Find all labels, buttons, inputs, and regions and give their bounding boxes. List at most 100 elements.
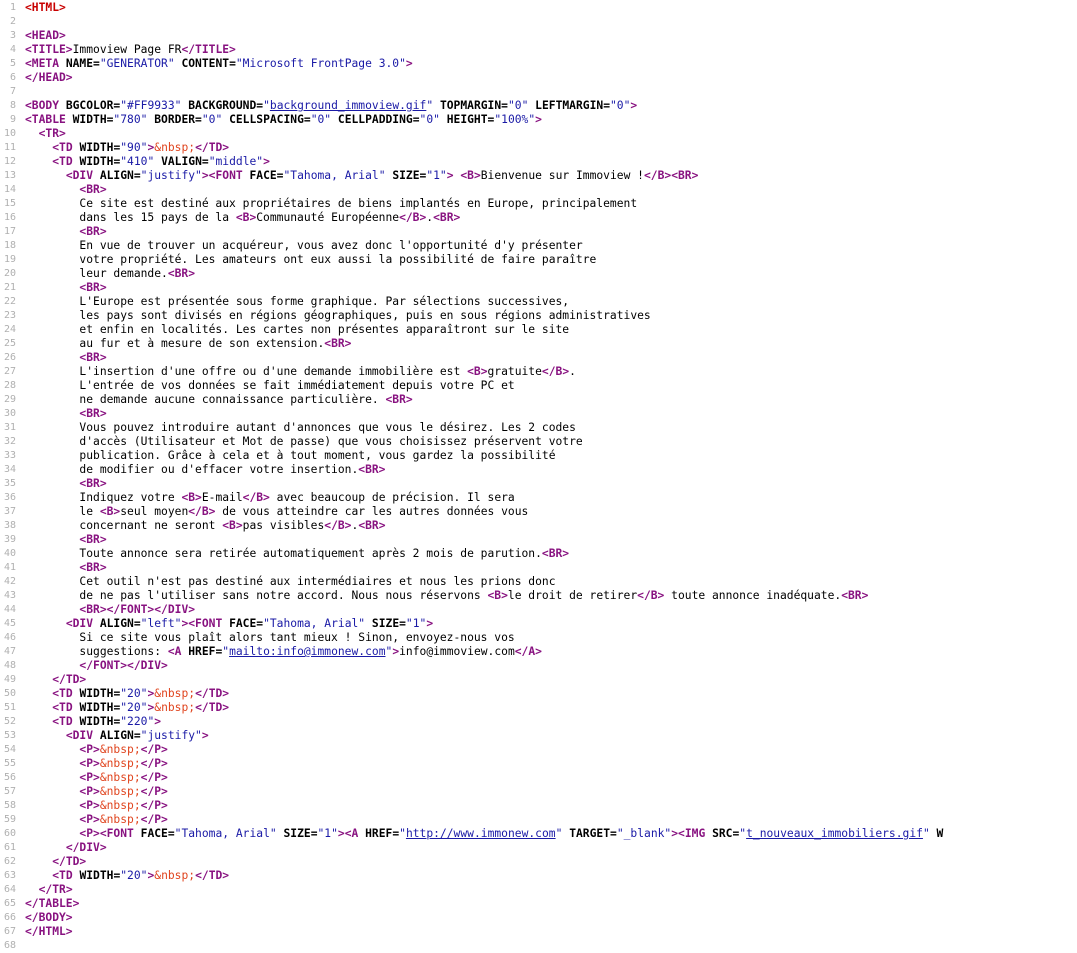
code-token: <P> <box>79 785 100 798</box>
line-number: 13 <box>3 170 16 181</box>
source-line: 27 L'insertion d'une offre ou d'une dema… <box>0 365 1077 379</box>
code-token: info@immoview.com <box>399 645 515 658</box>
line-number: 25 <box>3 338 16 349</box>
line-number: 45 <box>3 618 16 629</box>
code-token: LEFTMARGIN= <box>528 99 610 112</box>
source-line: 63 <TD WIDTH="20">&nbsp;</TD> <box>0 869 1077 883</box>
code-token: BORDER= <box>147 113 202 126</box>
code-token: <DIV <box>65 617 100 630</box>
code-token: <BR> <box>79 477 107 490</box>
source-line: 60 <P><FONT FACE="Tahoma, Arial" SIZE="1… <box>0 827 1077 841</box>
line-number: 48 <box>3 660 16 671</box>
line-number: 2 <box>9 16 16 27</box>
source-link[interactable]: mailto:info@immonew.com <box>229 645 385 658</box>
line-number: 5 <box>9 58 16 69</box>
line-number: 4 <box>9 44 16 55</box>
code-token: <P> <box>79 799 100 812</box>
code-token: </B><BR> <box>643 169 699 182</box>
line-number: 30 <box>3 408 16 419</box>
code-token: <TD <box>52 701 80 714</box>
source-link[interactable]: background_immoview.gif <box>270 99 426 112</box>
line-code: En vue de trouver un acquéreur, vous ave… <box>25 239 1077 253</box>
code-token: <TD <box>52 715 80 728</box>
line-code: </TR> <box>25 883 1077 897</box>
line-code: <BODY BGCOLOR="#FF9933" BACKGROUND="back… <box>25 99 1077 113</box>
code-token: "780" <box>113 113 148 126</box>
code-token: <HTML> <box>25 1 66 14</box>
code-token: </A> <box>514 645 542 658</box>
code-token: <BR></FONT></DIV> <box>79 603 196 616</box>
code-token: et enfin en localités. Les cartes non pr… <box>25 323 570 336</box>
source-line: 19 votre propriété. Les amateurs ont eux… <box>0 253 1077 267</box>
source-line: 64 </TR> <box>0 883 1077 897</box>
line-code: <TD WIDTH="20">&nbsp;</TD> <box>25 687 1077 701</box>
line-code: <HEAD> <box>25 29 1077 43</box>
line-code: </HEAD> <box>25 71 1077 85</box>
code-token: <DIV <box>65 729 100 742</box>
line-number: 38 <box>3 520 16 531</box>
source-link[interactable]: http://www.immonew.com <box>406 827 556 840</box>
code-token: SIZE= <box>365 617 406 630</box>
code-token: Vous pouvez introduire autant d'annonces… <box>25 421 576 434</box>
code-token: <BR> <box>541 547 570 560</box>
line-number: 37 <box>3 506 16 517</box>
code-token: d'accès (Utilisateur et Mot de passe) qu… <box>25 435 583 448</box>
code-token: ALIGN= <box>99 617 141 630</box>
source-line: 45 <DIV ALIGN="left"><FONT FACE="Tahoma,… <box>0 617 1077 631</box>
line-number: 57 <box>3 786 16 797</box>
source-line: 43 de ne pas l'utiliser sans notre accor… <box>0 589 1077 603</box>
line-number: 54 <box>3 744 16 755</box>
line-number: 27 <box>3 366 16 377</box>
code-token: ne demande aucune connaissance particuli… <box>25 393 386 406</box>
line-code: <BR> <box>25 351 1077 365</box>
code-token: de vous atteindre car les autres données… <box>215 505 529 518</box>
code-token: </P> <box>140 785 168 798</box>
code-token: <B> <box>235 211 257 224</box>
code-token: > <box>535 113 542 126</box>
code-token: <BR> <box>79 225 107 238</box>
line-number: 1 <box>9 2 16 13</box>
line-code: le <B>seul moyen</B> de vous atteindre c… <box>25 505 1077 519</box>
source-line: 9 <TABLE WIDTH="780" BORDER="0" CELLSPACI… <box>0 113 1077 127</box>
line-number: 10 <box>3 128 16 139</box>
line-number: 50 <box>3 688 16 699</box>
code-token: "0" <box>201 113 223 126</box>
code-token: gratuite <box>487 365 542 378</box>
code-token: &nbsp; <box>99 813 141 826</box>
code-token: "Microsoft FrontPage 3.0" <box>235 57 406 70</box>
code-token: <BR> <box>324 337 352 350</box>
source-line: 20 leur demande.<BR> <box>0 267 1077 281</box>
source-link[interactable]: t_nouveaux_immobiliers.gif <box>746 827 923 840</box>
code-token: Indiquez votre <box>25 491 182 504</box>
source-line: 57 <P>&nbsp;</P> <box>0 785 1077 799</box>
line-code: <BR> <box>25 407 1077 421</box>
line-number: 6 <box>9 72 16 83</box>
source-line: 53 <DIV ALIGN="justify"> <box>0 729 1077 743</box>
line-code: Si ce site vous plaît alors tant mieux !… <box>25 631 1077 645</box>
source-code-view: 1 <HTML> 2 3 <HEAD> 4 <TITLE>Immoview Page FR<… <box>0 0 1077 953</box>
code-token: </FONT></DIV> <box>79 659 168 672</box>
code-token: WIDTH= <box>79 687 121 700</box>
line-code: <DIV ALIGN="left"><FONT FACE="Tahoma, Ar… <box>25 617 1077 631</box>
code-token: "0" <box>610 99 631 112</box>
line-number: 41 <box>3 562 16 573</box>
code-token: <HEAD> <box>25 29 66 42</box>
code-token: &nbsp; <box>99 799 141 812</box>
code-token: TOPMARGIN= <box>433 99 508 112</box>
source-line: 25 au fur et à mesure de son extension.<… <box>0 337 1077 351</box>
line-code: <TITLE>Immoview Page FR</TITLE> <box>25 43 1077 57</box>
code-token: </TD> <box>52 855 87 868</box>
code-token: SIZE= <box>385 169 427 182</box>
code-token: <TABLE <box>25 113 73 126</box>
source-line: 52 <TD WIDTH="220"> <box>0 715 1077 729</box>
line-code: <TD WIDTH="410" VALIGN="middle"> <box>25 155 1077 169</box>
code-token: BACKGROUND= <box>181 99 264 112</box>
line-number: 51 <box>3 702 16 713</box>
